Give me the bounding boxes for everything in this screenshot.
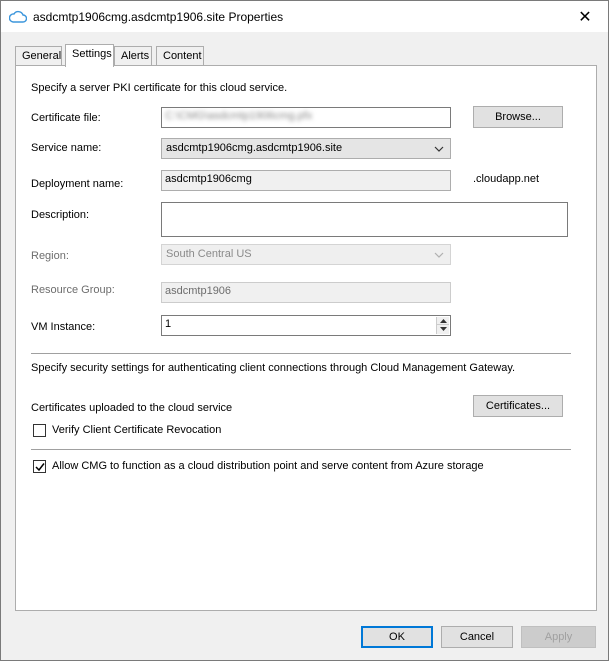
- certificate-file-value: C:\CMG\asdcmtp1906cmg.pfx: [165, 110, 313, 122]
- tab-settings[interactable]: Settings: [65, 44, 114, 67]
- verify-revocation-label: Verify Client Certificate Revocation: [52, 424, 222, 436]
- checkmark-icon: [35, 463, 45, 472]
- description-label: Description:: [31, 209, 90, 221]
- resource-group-label: Resource Group:: [31, 284, 115, 296]
- certificates-button[interactable]: Certificates...: [473, 395, 563, 417]
- deployment-suffix: .cloudapp.net: [473, 173, 540, 185]
- service-name-dropdown[interactable]: asdcmtp1906cmg.asdcmtp1906.site: [161, 138, 451, 159]
- allow-cdp-checkbox[interactable]: [33, 460, 46, 473]
- separator: [31, 353, 571, 355]
- chevron-down-icon: [434, 146, 444, 152]
- certificate-file-input[interactable]: C:\CMG\asdcmtp1906cmg.pfx: [161, 107, 451, 128]
- region-dropdown[interactable]: South Central US: [161, 244, 451, 265]
- caret-down-icon: [439, 327, 447, 331]
- properties-dialog: asdcmtp1906cmg.asdcmtp1906.site Properti…: [0, 0, 609, 661]
- deployment-name-label: Deployment name:: [31, 178, 124, 190]
- region-label: Region:: [31, 250, 69, 262]
- cancel-button[interactable]: Cancel: [441, 626, 513, 648]
- title-bar: asdcmtp1906cmg.asdcmtp1906.site Properti…: [1, 1, 608, 32]
- vm-instance-stepper[interactable]: 1: [161, 315, 451, 336]
- window-title: asdcmtp1906cmg.asdcmtp1906.site Properti…: [33, 10, 284, 24]
- apply-button[interactable]: Apply: [521, 626, 596, 648]
- separator: [31, 449, 571, 451]
- description-input[interactable]: [161, 202, 568, 237]
- allow-cdp-label: Allow CMG to function as a cloud distrib…: [52, 460, 484, 472]
- service-name-value: asdcmtp1906cmg.asdcmtp1906.site: [166, 142, 343, 154]
- close-button[interactable]: ✕: [562, 1, 608, 32]
- certs-uploaded-label: Certificates uploaded to the cloud servi…: [31, 402, 233, 414]
- resource-group-input[interactable]: asdcmtp1906: [161, 282, 451, 303]
- security-intro-text: Specify security settings for authentica…: [31, 362, 516, 374]
- close-icon: ✕: [578, 8, 592, 26]
- verify-revocation-checkbox[interactable]: [33, 424, 46, 437]
- tab-content[interactable]: Content: [156, 46, 204, 66]
- spin-down-button[interactable]: [437, 325, 449, 333]
- caret-up-icon: [439, 318, 447, 323]
- spin-up-button[interactable]: [437, 317, 449, 325]
- ok-button[interactable]: OK: [361, 626, 433, 648]
- chevron-down-icon: [434, 252, 444, 258]
- tab-general[interactable]: General: [15, 46, 62, 66]
- tab-alerts[interactable]: Alerts: [114, 46, 152, 66]
- browse-button[interactable]: Browse...: [473, 106, 563, 128]
- region-value: South Central US: [166, 248, 252, 260]
- vm-instance-value: 1: [165, 318, 172, 330]
- pki-intro-text: Specify a server PKI certificate for thi…: [31, 82, 288, 94]
- vm-instance-label: VM Instance:: [31, 321, 96, 333]
- cloud-icon: [9, 10, 27, 23]
- service-name-label: Service name:: [31, 142, 102, 154]
- spin-buttons: [436, 317, 449, 334]
- settings-panel: Specify a server PKI certificate for thi…: [15, 65, 597, 611]
- deployment-name-input[interactable]: asdcmtp1906cmg: [161, 170, 451, 191]
- certificate-file-label: Certificate file:: [31, 112, 101, 124]
